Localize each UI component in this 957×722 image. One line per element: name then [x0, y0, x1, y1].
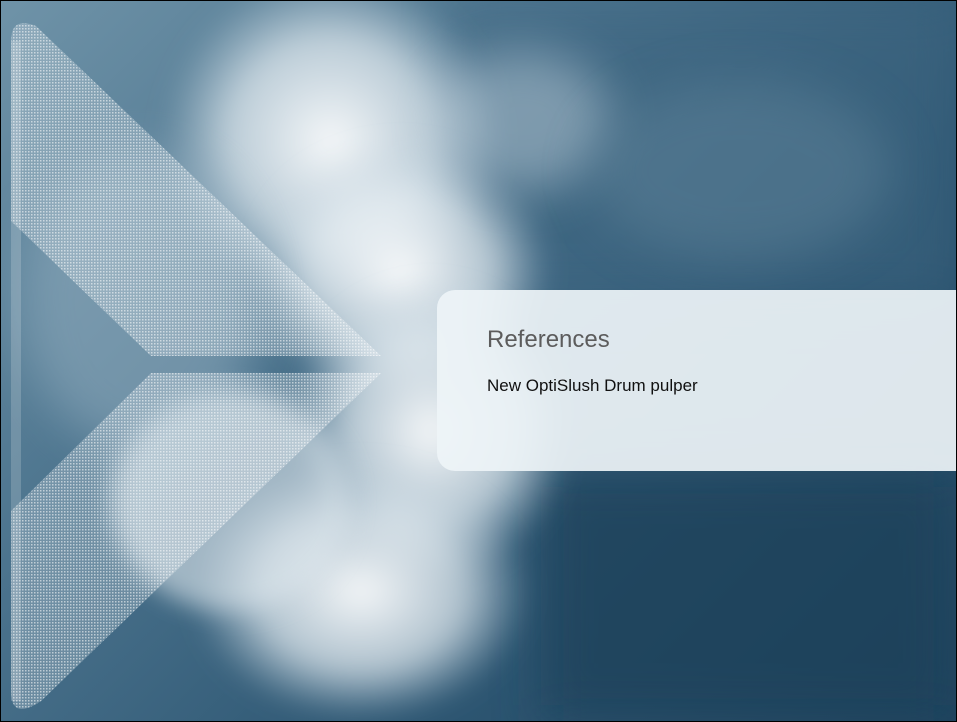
- title-panel: References New OptiSlush Drum pulper: [437, 290, 956, 471]
- slide-title: References: [487, 326, 610, 353]
- title-slide: References New OptiSlush Drum pulper: [0, 0, 957, 722]
- slide-subtitle: New OptiSlush Drum pulper: [487, 376, 698, 395]
